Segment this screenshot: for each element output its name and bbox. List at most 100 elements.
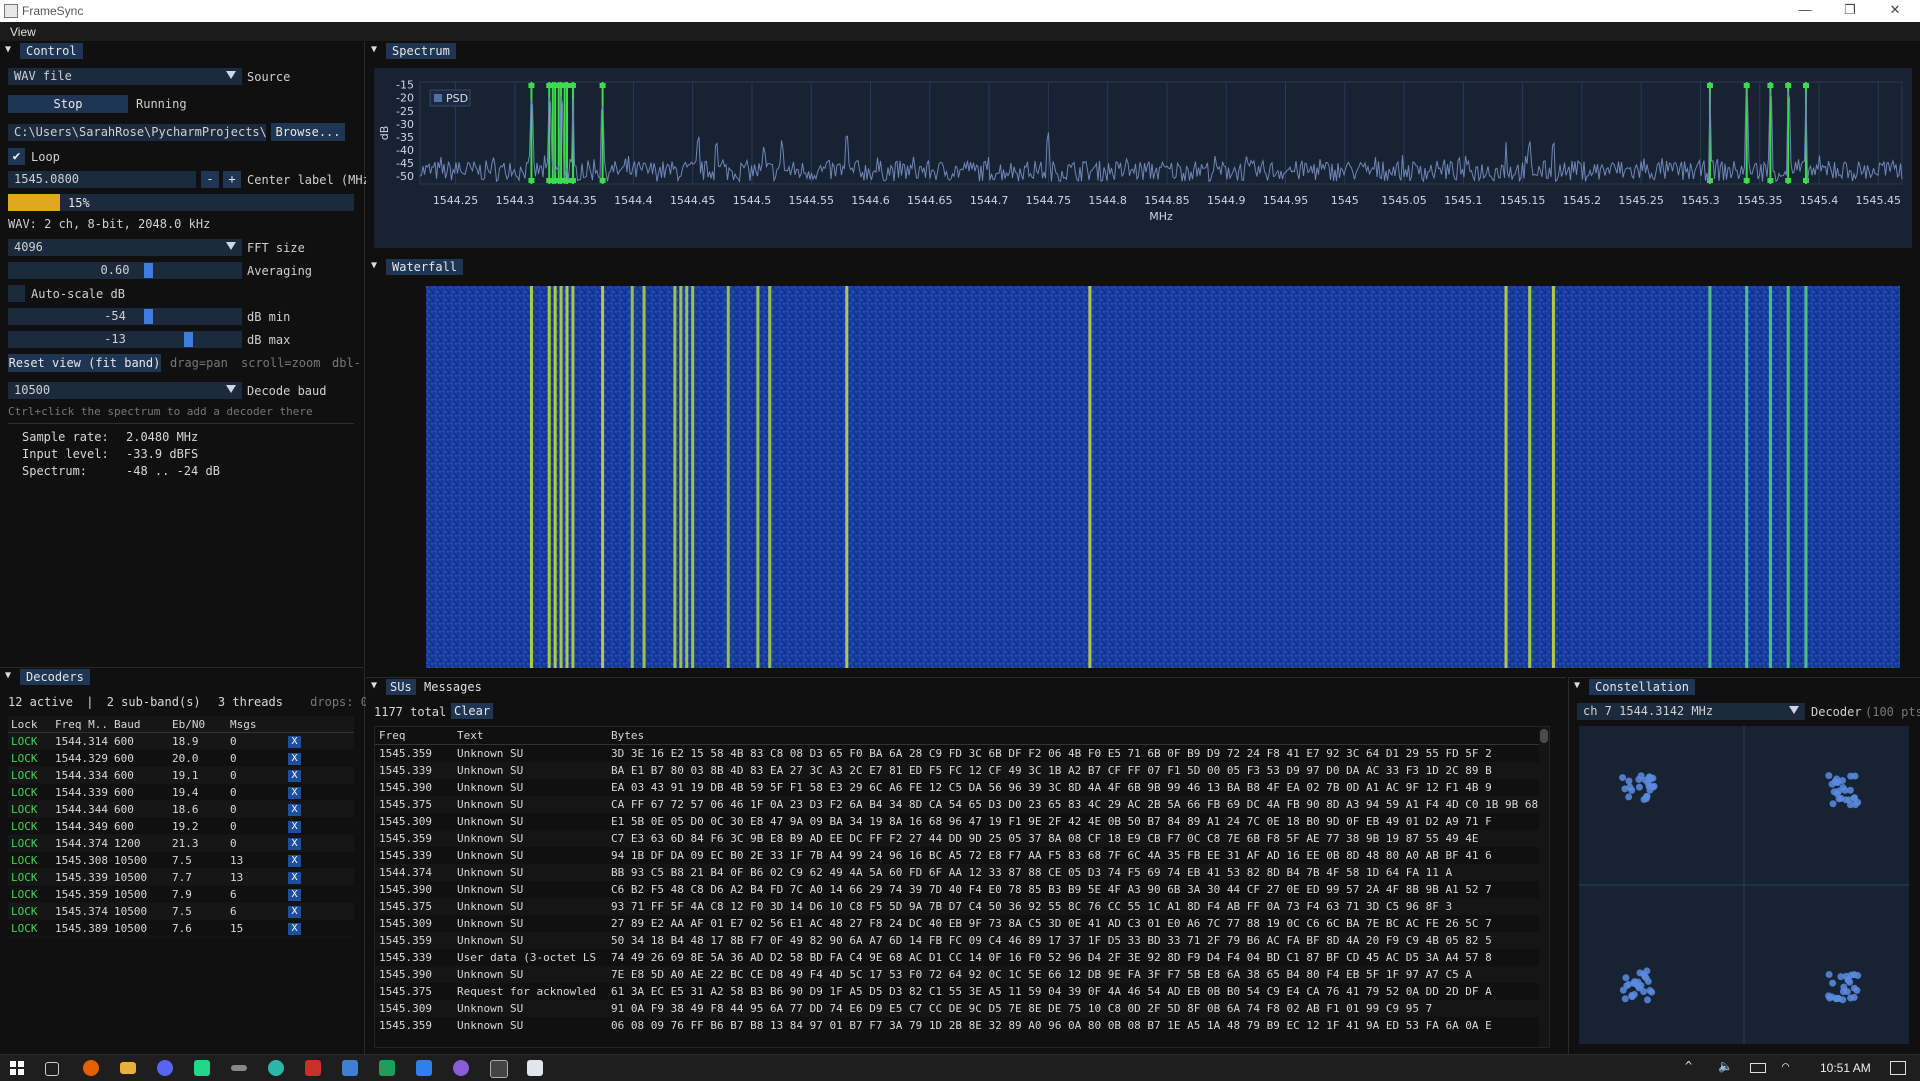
app-icon-purple[interactable] <box>453 1060 469 1076</box>
col-header[interactable]: Text <box>453 727 607 745</box>
averaging-slider[interactable]: 0.60 <box>8 262 242 279</box>
scrollbar-thumb[interactable] <box>1540 729 1548 743</box>
spectrum-plot[interactable]: 1544.25 1544.3 1544.35 1544.4 1544.45 1544.5 1… <box>374 68 1912 248</box>
decoder-row[interactable]: LOCK 1544.374 1200 21.3 0 X <box>8 834 354 852</box>
constellation-plot[interactable] <box>1579 726 1909 1044</box>
clear-button[interactable]: Clear <box>451 703 493 719</box>
message-row[interactable]: 1545.339 User data (3-octet LS 74 49 26 69… <box>375 949 1539 966</box>
app-icon-m[interactable] <box>342 1060 358 1076</box>
collapse-icon[interactable]: ▼ <box>371 44 377 55</box>
app-icon-chart[interactable] <box>379 1060 395 1076</box>
remove-decoder-icon[interactable]: X <box>287 855 301 867</box>
app-icon-blue[interactable] <box>416 1060 432 1076</box>
col-header[interactable]: Lock <box>8 716 52 733</box>
restore-button[interactable]: ❐ <box>1830 2 1870 20</box>
reset-view-button[interactable]: Reset view (fit band) <box>8 354 161 372</box>
collapse-icon[interactable]: ▼ <box>5 670 11 681</box>
message-row[interactable]: 1545.390 Unknown SU 7E E8 5D A0 AE 22 BC C… <box>375 966 1539 983</box>
browse-button[interactable]: Browse... <box>271 123 345 141</box>
waterfall-plot[interactable] <box>426 286 1900 668</box>
notification-icon[interactable] <box>1890 1061 1906 1075</box>
dbmax-grab[interactable] <box>184 332 193 347</box>
decoder-row[interactable]: LOCK 1545.389 10500 7.6 15 X <box>8 919 354 937</box>
windows-start-icon[interactable] <box>10 1061 24 1075</box>
remove-decoder-icon[interactable]: X <box>287 906 301 918</box>
col-header[interactable]: Freq <box>375 727 453 745</box>
task-view-icon[interactable] <box>45 1062 59 1076</box>
baud-select[interactable]: 10500 <box>8 382 242 399</box>
firefox-icon[interactable] <box>83 1060 99 1076</box>
pycharm-icon[interactable] <box>194 1060 210 1076</box>
message-row[interactable]: 1545.390 Unknown SU EA 03 43 91 19 DB 4B 5… <box>375 779 1539 796</box>
control-tab[interactable]: Control <box>20 43 83 59</box>
app-icon-teal[interactable] <box>268 1060 284 1076</box>
discord-icon[interactable] <box>157 1060 173 1076</box>
chevron-up-icon[interactable]: ^ <box>1685 1059 1692 1073</box>
path-field[interactable]: C:\Users\SarahRose\PycharmProjects\F <box>8 124 266 141</box>
keyboard-icon[interactable] <box>231 1065 247 1071</box>
message-row[interactable]: 1545.390 Unknown SU C6 B2 F5 48 C8 D6 A2 B… <box>375 881 1539 898</box>
collapse-icon[interactable]: ▼ <box>5 44 11 55</box>
message-row[interactable]: 1545.339 Unknown SU BA E1 B7 80 03 8B 4D 8… <box>375 762 1539 779</box>
decoder-row[interactable]: LOCK 1544.314 600 18.9 0 X <box>8 732 354 750</box>
message-row[interactable]: 1545.375 Request for acknowled 61 3A EC E5… <box>375 983 1539 1000</box>
minimize-button[interactable]: — <box>1785 2 1825 20</box>
center-input[interactable]: 1545.0800 <box>8 171 196 188</box>
message-row[interactable]: 1545.309 Unknown SU E1 5B 0E 05 D0 0C 30 E… <box>375 813 1539 830</box>
scrollbar[interactable] <box>1539 727 1549 1047</box>
file-explorer-icon[interactable] <box>120 1062 136 1074</box>
remove-decoder-icon[interactable]: X <box>287 787 301 799</box>
remove-decoder-icon[interactable]: X <box>287 804 301 816</box>
waterfall-tab[interactable]: Waterfall <box>386 259 464 275</box>
loop-checkbox[interactable]: ✔ <box>8 148 25 165</box>
collapse-icon[interactable]: ▼ <box>371 680 377 691</box>
message-row[interactable]: 1545.359 Unknown SU 50 34 18 B4 48 17 8B F… <box>375 932 1539 949</box>
sus-tab[interactable]: SUs <box>386 679 416 695</box>
decoder-row[interactable]: LOCK 1545.359 10500 7.9 6 X <box>8 885 354 903</box>
volume-icon[interactable]: 🔈 <box>1718 1059 1733 1073</box>
col-header[interactable]: Bytes <box>607 727 1539 745</box>
decoder-row[interactable]: LOCK 1544.329 600 20.0 0 X <box>8 749 354 767</box>
clock[interactable]: 10:51 AM <box>1820 1061 1871 1075</box>
fft-select[interactable]: 4096 <box>8 239 242 256</box>
decoder-row[interactable]: LOCK 1544.339 600 19.4 0 X <box>8 783 354 801</box>
collapse-icon[interactable]: ▼ <box>371 260 377 271</box>
decoder-row[interactable]: LOCK 1545.308 10500 7.5 13 X <box>8 851 354 869</box>
dbmax-slider[interactable]: -13 <box>8 331 242 348</box>
framesync-icon[interactable] <box>527 1060 543 1076</box>
remove-decoder-icon[interactable]: X <box>287 821 301 833</box>
decoder-row[interactable]: LOCK 1544.334 600 19.1 0 X <box>8 766 354 784</box>
terminal-icon[interactable] <box>490 1060 508 1078</box>
col-header[interactable]: Freq M.. <box>52 716 111 733</box>
col-header[interactable]: Msgs <box>226 716 285 733</box>
messages-tab[interactable]: Messages <box>424 680 482 694</box>
message-row[interactable]: 1545.309 Unknown SU 27 89 E2 AA AF 01 E7 0… <box>375 915 1539 932</box>
message-row[interactable]: 1545.359 Unknown SU 06 08 09 76 FF B6 B7 B… <box>375 1017 1539 1034</box>
decoders-tab[interactable]: Decoders <box>20 669 90 685</box>
message-row[interactable]: 1545.359 Unknown SU 3D 3E 16 E2 15 58 4B 8… <box>375 745 1539 763</box>
message-row[interactable]: 1545.375 Unknown SU 93 71 FF 5F 4A C8 12 F… <box>375 898 1539 915</box>
remove-decoder-icon[interactable]: X <box>287 889 301 901</box>
remove-decoder-icon[interactable]: X <box>287 770 301 782</box>
remove-decoder-icon[interactable]: X <box>287 753 301 765</box>
decoder-row[interactable]: LOCK 1544.344 600 18.6 0 X <box>8 800 354 818</box>
stop-button[interactable]: Stop <box>8 95 128 113</box>
remove-decoder-icon[interactable]: X <box>287 838 301 850</box>
decoder-row[interactable]: LOCK 1545.339 10500 7.7 13 X <box>8 868 354 886</box>
averaging-grab[interactable] <box>144 263 153 278</box>
col-header[interactable]: Baud <box>110 716 169 733</box>
dbmin-grab[interactable] <box>144 309 153 324</box>
constellation-tab[interactable]: Constellation <box>1589 679 1695 695</box>
spectrum-tab[interactable]: Spectrum <box>386 43 456 59</box>
message-row[interactable]: 1544.374 Unknown SU BB 93 C5 B8 21 B4 0F B… <box>375 864 1539 881</box>
autoscale-checkbox[interactable] <box>8 285 25 302</box>
decrement-button[interactable]: - <box>201 171 219 188</box>
decoder-row[interactable]: LOCK 1545.374 10500 7.5 6 X <box>8 902 354 920</box>
filezilla-icon[interactable] <box>305 1060 321 1076</box>
message-row[interactable]: 1545.359 Unknown SU C7 E3 63 6D 84 F6 3C 9… <box>375 830 1539 847</box>
increment-button[interactable]: + <box>223 171 241 188</box>
remove-decoder-icon[interactable]: X <box>287 923 301 935</box>
message-row[interactable]: 1545.375 Unknown SU CA FF 67 72 57 06 46 1… <box>375 796 1539 813</box>
remove-decoder-icon[interactable]: X <box>287 872 301 884</box>
col-header[interactable]: Eb/N0 <box>168 716 227 733</box>
